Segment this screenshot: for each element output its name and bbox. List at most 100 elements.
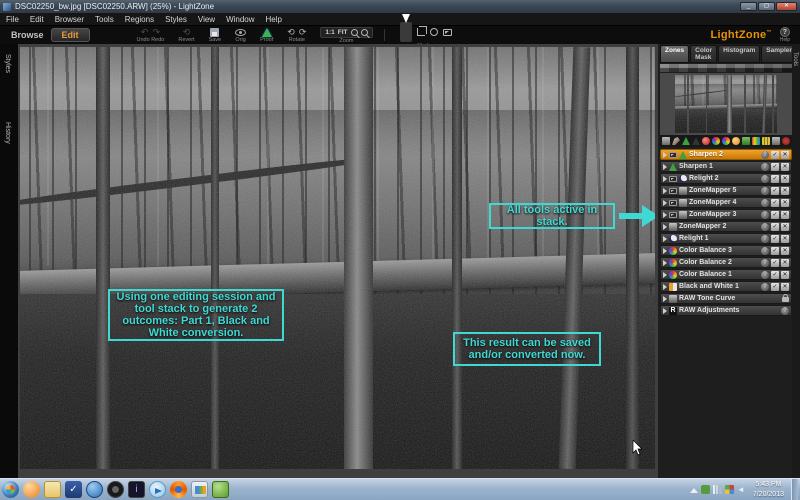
- red-eye-tool-icon[interactable]: [702, 137, 710, 145]
- help-icon[interactable]: ?: [781, 307, 789, 315]
- check-icon[interactable]: ✓: [771, 163, 779, 171]
- red-mask-tool-icon[interactable]: [782, 137, 790, 145]
- zonemapper-tool-icon[interactable]: [662, 137, 670, 145]
- show-desktop-button[interactable]: [791, 479, 798, 500]
- image-viewer[interactable]: All tools active in stack. Using one edi…: [18, 44, 658, 478]
- taskbar-app-lens-app[interactable]: [107, 481, 124, 498]
- stack-row-zonemapper-3[interactable]: ZoneMapper 3?✓✕: [660, 209, 792, 220]
- photo-canvas[interactable]: All tools active in stack. Using one edi…: [20, 47, 655, 469]
- menu-item-tools[interactable]: Tools: [95, 15, 114, 24]
- zone-segment[interactable]: [707, 64, 716, 72]
- zone-segment[interactable]: [669, 64, 678, 72]
- blur-tool-icon[interactable]: [692, 137, 700, 145]
- taskbar-app-blue-app[interactable]: [86, 481, 103, 498]
- stack-row-color-balance-3[interactable]: Color Balance 3?✓✕: [660, 245, 792, 256]
- menu-item-help[interactable]: Help: [266, 15, 282, 24]
- hue-saturation-tool-icon[interactable]: [712, 137, 720, 145]
- orig-button[interactable]: Orig: [235, 27, 246, 43]
- menu-item-view[interactable]: View: [198, 15, 215, 24]
- check-icon[interactable]: ✓: [771, 187, 779, 195]
- help-icon[interactable]: ?: [761, 151, 769, 159]
- expand-icon[interactable]: [663, 236, 667, 242]
- close-icon[interactable]: ✕: [781, 247, 789, 255]
- close-icon[interactable]: ✕: [781, 163, 789, 171]
- tray-app-icon[interactable]: [701, 485, 710, 494]
- tab-color-mask[interactable]: Color Mask: [690, 45, 717, 63]
- check-icon[interactable]: ✓: [771, 235, 779, 243]
- stack-row-relight-2[interactable]: Relight 2?✓✕: [660, 173, 792, 184]
- tools-rail-label[interactable]: Tools: [792, 52, 798, 66]
- check-icon[interactable]: ✓: [771, 259, 779, 267]
- region-mode-icon[interactable]: [443, 29, 452, 36]
- clone-brush-tool-icon[interactable]: [672, 137, 680, 145]
- close-icon[interactable]: ✕: [781, 151, 789, 159]
- check-icon[interactable]: ✓: [771, 151, 779, 159]
- styles-drawer-tab[interactable]: Styles: [4, 54, 11, 73]
- zone-segment[interactable]: [773, 64, 782, 72]
- menu-item-edit[interactable]: Edit: [30, 15, 44, 24]
- menu-item-file[interactable]: File: [6, 15, 19, 24]
- rotate-mode-icon[interactable]: [430, 28, 438, 36]
- stack-row-relight-1[interactable]: Relight 1?✓✕: [660, 233, 792, 244]
- zone-segment[interactable]: [735, 64, 744, 72]
- menu-item-styles[interactable]: Styles: [165, 15, 187, 24]
- expand-icon[interactable]: [663, 212, 667, 218]
- help-icon[interactable]: ?: [761, 211, 769, 219]
- proof-button[interactable]: Proof: [260, 27, 273, 43]
- rotate-right-icon[interactable]: ⟳: [299, 27, 307, 37]
- noise-reduction-tool-icon[interactable]: [762, 137, 770, 145]
- start-button[interactable]: [2, 481, 19, 498]
- stack-row-raw-adjustments[interactable]: RRAW Adjustments?: [660, 305, 792, 316]
- help-button[interactable]: ? Help: [780, 27, 790, 43]
- stack-row-black-and-white-1[interactable]: Black and White 1?✓✕: [660, 281, 792, 292]
- expand-icon[interactable]: [663, 284, 667, 290]
- close-icon[interactable]: ✕: [781, 211, 789, 219]
- close-icon[interactable]: ✕: [781, 259, 789, 267]
- close-icon[interactable]: ✕: [781, 223, 789, 231]
- arrow-mode-button[interactable]: [400, 22, 412, 42]
- taskbar-app-firefox[interactable]: [170, 481, 187, 498]
- stack-row-raw-tone-curve[interactable]: RAW Tone Curve: [660, 293, 792, 304]
- tray-expand-icon[interactable]: [690, 488, 698, 493]
- expand-icon[interactable]: [663, 296, 667, 302]
- expand-icon[interactable]: [663, 176, 667, 182]
- color-balance-tool-icon[interactable]: [722, 137, 730, 145]
- zone-segment[interactable]: [782, 64, 791, 72]
- help-icon[interactable]: ?: [761, 163, 769, 171]
- expand-icon[interactable]: [663, 188, 667, 194]
- crop-mode-icon[interactable]: [417, 28, 425, 36]
- volume-icon[interactable]: ◄: [737, 485, 746, 494]
- menu-item-regions[interactable]: Regions: [125, 15, 154, 24]
- zone-segment[interactable]: [745, 64, 754, 72]
- check-icon[interactable]: ✓: [771, 211, 779, 219]
- maximize-button[interactable]: ▢: [758, 2, 775, 11]
- zoom-1to1-button[interactable]: 1:1: [325, 29, 334, 36]
- browse-tab[interactable]: Browse: [6, 28, 49, 42]
- zone-segment[interactable]: [698, 64, 707, 72]
- menu-item-browser[interactable]: Browser: [55, 15, 84, 24]
- help-icon[interactable]: ?: [761, 271, 769, 279]
- zone-segment[interactable]: [726, 64, 735, 72]
- close-icon[interactable]: ✕: [781, 175, 789, 183]
- spot-tool-icon[interactable]: [732, 137, 740, 145]
- close-icon[interactable]: ✕: [781, 235, 789, 243]
- save-button[interactable]: Save: [209, 27, 222, 43]
- relight-tool-icon[interactable]: [742, 137, 750, 145]
- close-icon[interactable]: ✕: [781, 271, 789, 279]
- help-icon[interactable]: ?: [761, 199, 769, 207]
- expand-icon[interactable]: [663, 200, 667, 206]
- help-icon[interactable]: ?: [761, 175, 769, 183]
- edit-tab[interactable]: Edit: [51, 28, 90, 42]
- expand-icon[interactable]: [663, 164, 667, 170]
- expand-icon[interactable]: [663, 260, 667, 266]
- tab-zones[interactable]: Zones: [660, 45, 689, 63]
- zone-segment[interactable]: [754, 64, 763, 72]
- close-icon[interactable]: ✕: [781, 199, 789, 207]
- check-icon[interactable]: ✓: [771, 283, 779, 291]
- history-drawer-tab[interactable]: History: [4, 122, 11, 144]
- taskbar-app-green-app[interactable]: [212, 481, 229, 498]
- white-balance-tool-icon[interactable]: [752, 137, 760, 145]
- help-icon[interactable]: ?: [761, 223, 769, 231]
- zoom-fit-button[interactable]: FIT: [338, 29, 348, 36]
- stack-row-sharpen-2[interactable]: Sharpen 2?✓✕: [660, 149, 792, 160]
